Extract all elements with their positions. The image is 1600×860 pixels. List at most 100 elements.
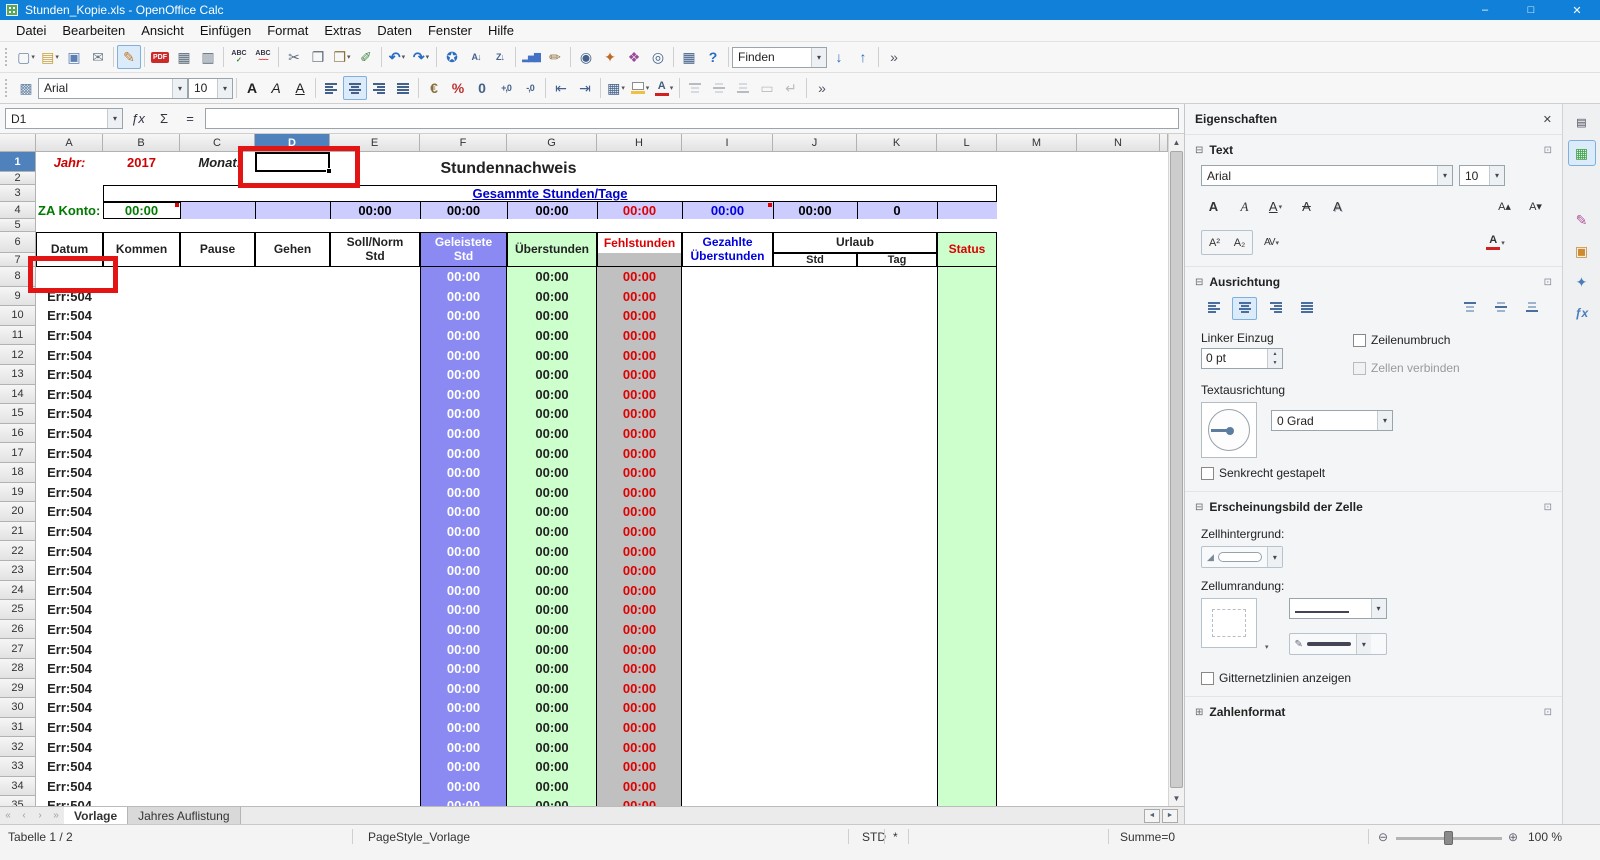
cell-A30[interactable]: Err:504 — [36, 698, 103, 718]
align-right-button[interactable] — [1263, 297, 1288, 320]
menu-format[interactable]: Format — [259, 20, 316, 41]
cell-F14[interactable]: 00:00 — [420, 385, 507, 405]
header-pause[interactable]: Pause — [180, 232, 255, 267]
column-header-J[interactable]: J — [773, 134, 857, 152]
number-dialog-launcher-icon[interactable]: ⊡ — [1544, 707, 1552, 718]
cell-A10[interactable]: Err:504 — [36, 306, 103, 326]
zoom-out-icon[interactable]: ⊖ — [1378, 830, 1388, 844]
row-header-8[interactable]: 8 — [0, 267, 36, 287]
cell-H20[interactable]: 00:00 — [597, 502, 682, 522]
vertically-stacked-checkbox[interactable]: Senkrecht gestapelt — [1201, 466, 1325, 480]
collapse-text-section-icon[interactable]: ⊟ — [1195, 145, 1203, 156]
cell-A26[interactable]: Err:504 — [36, 620, 103, 640]
header-urlaub-tag[interactable]: Tag — [857, 253, 937, 267]
row-header-31[interactable]: 31 — [0, 718, 36, 738]
border-preset-dropdown-icon[interactable]: ▾ — [1265, 643, 1269, 651]
first-sheet-button[interactable]: « — [0, 807, 16, 824]
cut-button[interactable]: ✂ — [282, 45, 306, 69]
row-header-26[interactable]: 26 — [0, 620, 36, 640]
row-header-2[interactable]: 2 — [0, 172, 36, 185]
cell-G26[interactable]: 00:00 — [507, 620, 597, 640]
align-justify-button[interactable] — [1294, 297, 1319, 320]
select-all-button[interactable] — [0, 134, 36, 152]
cell-C1-monat-label[interactable]: Monat: — [180, 152, 255, 172]
cell-B4-za-konto-value[interactable]: 00:00 — [103, 202, 180, 219]
font-color-button[interactable]: A▾ — [652, 76, 676, 100]
cell-A15[interactable]: Err:504 — [36, 404, 103, 424]
cell-H32[interactable]: 00:00 — [597, 737, 682, 757]
align-left-button[interactable] — [1201, 297, 1226, 320]
row-header-5[interactable]: 5 — [0, 219, 36, 232]
cell-I4[interactable]: 00:00 — [682, 202, 773, 219]
borders-button[interactable]: ▦▾ — [604, 76, 628, 100]
cell-background-color-button[interactable]: ◢ ▾ — [1201, 546, 1283, 568]
row-header-24[interactable]: 24 — [0, 581, 36, 601]
hscroll-left-icon[interactable]: ◄ — [1144, 809, 1160, 823]
redo-button[interactable]: ↷▾ — [409, 45, 433, 69]
cell-F12[interactable]: 00:00 — [420, 345, 507, 365]
navigator-button[interactable]: ✦ — [598, 45, 622, 69]
sidebar-close-icon[interactable]: ✕ — [1543, 113, 1552, 126]
cell-G19[interactable]: 00:00 — [507, 483, 597, 503]
previous-sheet-button[interactable]: ‹ — [16, 807, 32, 824]
cell-H22[interactable]: 00:00 — [597, 541, 682, 561]
cell-G24[interactable]: 00:00 — [507, 581, 597, 601]
new-document-button[interactable]: ▢▾ — [14, 45, 38, 69]
cell-H17[interactable]: 00:00 — [597, 443, 682, 463]
cell-F18[interactable]: 00:00 — [420, 463, 507, 483]
cell-H13[interactable]: 00:00 — [597, 365, 682, 385]
cell-G22[interactable]: 00:00 — [507, 541, 597, 561]
page-style[interactable]: PageStyle_Vorlage — [368, 830, 470, 844]
cell-A12[interactable]: Err:504 — [36, 345, 103, 365]
cell-F22[interactable]: 00:00 — [420, 541, 507, 561]
row-header-10[interactable]: 10 — [0, 306, 36, 326]
vertical-scrollbar-thumb[interactable] — [1170, 151, 1183, 788]
align-top-button[interactable] — [1457, 297, 1482, 320]
cell-G18[interactable]: 00:00 — [507, 463, 597, 483]
row-header-3[interactable]: 3 — [0, 185, 36, 202]
wrap-text-checkbox[interactable]: Zeilenumbruch — [1353, 333, 1460, 347]
cell-G8[interactable]: 00:00 — [507, 267, 597, 287]
minimize-button[interactable]: – — [1462, 0, 1508, 20]
cell-F8[interactable]: 00:00 — [420, 267, 507, 287]
subscript-button[interactable]: A₂ — [1227, 231, 1252, 254]
cell-E4[interactable]: 00:00 — [330, 202, 420, 219]
sidebar-font-color-button[interactable]: A▾ — [1483, 231, 1508, 254]
last-sheet-button[interactable]: » — [48, 807, 64, 824]
border-line-style-combo[interactable]: ▾ — [1289, 598, 1387, 619]
selected-cell-D1[interactable] — [255, 152, 330, 172]
cell-J4[interactable]: 00:00 — [773, 202, 857, 219]
cell-F13[interactable]: 00:00 — [420, 365, 507, 385]
gallery-button[interactable]: ❖ — [622, 45, 646, 69]
menu-daten[interactable]: Daten — [369, 20, 420, 41]
percent-format-button[interactable]: % — [446, 76, 470, 100]
header-datum[interactable]: Datum — [36, 232, 103, 267]
cell-dialog-launcher-icon[interactable]: ⊡ — [1544, 502, 1552, 513]
menu-datei[interactable]: Datei — [8, 20, 54, 41]
cell-H14[interactable]: 00:00 — [597, 385, 682, 405]
print-preview-button[interactable]: ▥ — [196, 45, 220, 69]
cell-G11[interactable]: 00:00 — [507, 326, 597, 346]
row-header-6[interactable]: 6 — [0, 232, 36, 253]
auto-spellcheck-button[interactable]: ABC~~~ — [251, 45, 275, 69]
zoom-button[interactable]: ◎ — [646, 45, 670, 69]
row-header-14[interactable]: 14 — [0, 385, 36, 405]
header-gehen[interactable]: Gehen — [255, 232, 330, 267]
cell-A22[interactable]: Err:504 — [36, 541, 103, 561]
cell-A1-jahr-label[interactable]: Jahr: — [36, 152, 103, 172]
italic-button[interactable]: A — [1232, 195, 1257, 218]
sort-ascending-button[interactable]: A↓ — [464, 45, 488, 69]
row-header-34[interactable]: 34 — [0, 777, 36, 797]
cell-F29[interactable]: 00:00 — [420, 679, 507, 699]
row-header-19[interactable]: 19 — [0, 483, 36, 503]
show-gridlines-checkbox[interactable]: Gitternetzlinien anzeigen — [1201, 671, 1351, 685]
cell-H26[interactable]: 00:00 — [597, 620, 682, 640]
help-button[interactable]: ? — [701, 45, 725, 69]
cell-H29[interactable]: 00:00 — [597, 679, 682, 699]
align-bottom-button[interactable] — [1519, 297, 1544, 320]
row-header-25[interactable]: 25 — [0, 600, 36, 620]
cell-H35[interactable]: 00:00 — [597, 796, 682, 806]
cell-A17[interactable]: Err:504 — [36, 443, 103, 463]
row-header-32[interactable]: 32 — [0, 737, 36, 757]
sidebar-font-name-combo[interactable]: Arial▾ — [1201, 165, 1453, 186]
